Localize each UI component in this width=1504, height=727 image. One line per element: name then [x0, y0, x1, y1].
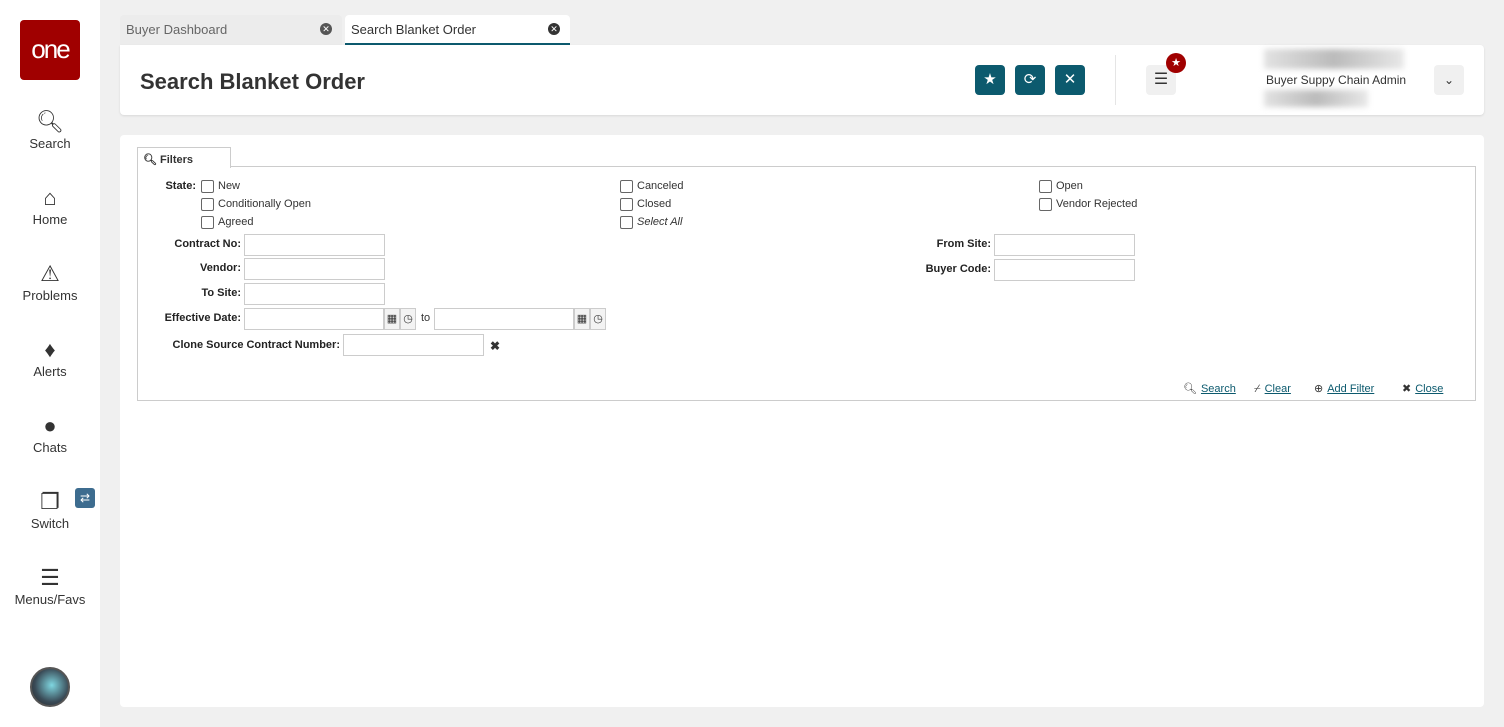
- user-name-blurred: [1264, 49, 1404, 69]
- filters-tab[interactable]: 🔍︎ Filters: [137, 147, 231, 168]
- sidebar-label: Problems: [22, 288, 78, 303]
- user-menu-dropdown[interactable]: ⌄: [1434, 65, 1464, 95]
- page-title: Search Blanket Order: [140, 69, 365, 94]
- state-vendor-rejected-checkbox[interactable]: [1039, 198, 1052, 211]
- state-new-checkbox[interactable]: [201, 180, 214, 193]
- refresh-button[interactable]: ⟳: [1015, 65, 1045, 95]
- sidebar: one 🔍︎ Search ⌂ Home ⚠ Problems ♦ Alerts ● Ch…: [0, 0, 100, 727]
- state-label: New: [218, 180, 241, 192]
- warning-icon: ⚠: [40, 261, 60, 286]
- sidebar-label: Search: [29, 136, 71, 151]
- from-site-input[interactable]: [994, 234, 1135, 256]
- sidebar-label: Chats: [33, 440, 67, 455]
- state-closed-checkbox[interactable]: [620, 198, 633, 211]
- to-label: to: [421, 312, 431, 324]
- sidebar-label: Home: [32, 212, 68, 227]
- to-site-input[interactable]: [244, 283, 385, 305]
- sidebar-label: Alerts: [33, 364, 67, 379]
- hamburger-icon: ☰: [1153, 71, 1169, 88]
- menu-icon: ☰: [40, 565, 60, 590]
- close-button[interactable]: ✕: [1055, 65, 1085, 95]
- chevron-down-icon: ⌄: [1443, 73, 1455, 87]
- contract-no-input[interactable]: [244, 234, 385, 256]
- state-canceled-checkbox[interactable]: [620, 180, 633, 193]
- tab-search-blanket-order[interactable]: Search Blanket Order ✕: [345, 15, 570, 45]
- filters-tab-label: Filters: [160, 154, 194, 166]
- vendor-input[interactable]: [244, 258, 385, 280]
- clear-field-icon[interactable]: ✖: [490, 339, 500, 353]
- from-site-label: From Site:: [936, 238, 991, 250]
- broom-icon: ⌿: [1254, 383, 1261, 395]
- plus-circle-icon: ⊕: [1314, 383, 1324, 395]
- close-action[interactable]: ✖ Close: [1402, 379, 1443, 397]
- avatar[interactable]: [30, 667, 70, 707]
- sidebar-item-menus[interactable]: ☰ Menus/Favs: [0, 564, 100, 607]
- clock-icon[interactable]: ◷: [400, 308, 416, 330]
- logo[interactable]: one: [20, 20, 80, 80]
- state-label: Agreed: [218, 216, 254, 228]
- home-icon: ⌂: [43, 185, 57, 210]
- clock-icon[interactable]: ◷: [590, 308, 606, 330]
- filter-panel: 🔍︎ Filters State: New Conditionally Open…: [120, 135, 1484, 707]
- state-label: Open: [1056, 180, 1083, 192]
- state-agreed-checkbox[interactable]: [201, 216, 214, 229]
- search-link[interactable]: Search: [1201, 383, 1236, 395]
- tab-buyer-dashboard[interactable]: Buyer Dashboard ✕: [120, 15, 342, 45]
- sidebar-item-chats[interactable]: ● Chats: [0, 412, 100, 455]
- state-label: Closed: [637, 198, 672, 210]
- vendor-label: Vendor:: [200, 262, 241, 274]
- favorite-button[interactable]: ★: [975, 65, 1005, 95]
- sidebar-label: Switch: [30, 516, 70, 531]
- clear-action[interactable]: ⌿ Clear: [1254, 379, 1291, 397]
- search-icon: 🔍︎: [36, 109, 64, 134]
- add-filter-action[interactable]: ⊕ Add Filter: [1314, 379, 1374, 397]
- close-icon: ✖: [1402, 383, 1412, 395]
- state-label: Conditionally Open: [218, 198, 311, 210]
- contract-no-label: Contract No:: [174, 238, 241, 250]
- add-filter-link[interactable]: Add Filter: [1327, 383, 1374, 395]
- star-icon: ★: [983, 71, 997, 88]
- tab-label: Buyer Dashboard: [126, 22, 228, 37]
- state-label: Vendor Rejected: [1056, 198, 1138, 210]
- close-tab-icon[interactable]: ✕: [548, 23, 560, 35]
- clear-link[interactable]: Clear: [1265, 383, 1291, 395]
- user-role: Buyer Suppy Chain Admin: [1266, 73, 1407, 87]
- clone-source-input[interactable]: [343, 334, 484, 356]
- state-label: Select All: [637, 216, 683, 228]
- state-label: Canceled: [637, 180, 684, 192]
- refresh-icon: ⟳: [1023, 71, 1037, 88]
- user-org-blurred: [1264, 90, 1368, 107]
- select-all-checkbox[interactable]: [620, 216, 633, 229]
- close-tab-icon[interactable]: ✕: [320, 23, 332, 35]
- search-action[interactable]: 🔍︎ Search: [1183, 379, 1236, 397]
- sidebar-label: Menus/Favs: [14, 592, 86, 607]
- switch-arrows-icon[interactable]: ⇄: [75, 488, 95, 508]
- sidebar-item-search[interactable]: 🔍︎ Search: [0, 108, 100, 151]
- calendar-icon[interactable]: ▦: [384, 308, 400, 330]
- bell-icon: ♦: [44, 337, 56, 362]
- chat-icon: ●: [43, 413, 57, 438]
- state-open-checkbox[interactable]: [1039, 180, 1052, 193]
- effective-date-from-input[interactable]: [244, 308, 384, 330]
- sidebar-item-problems[interactable]: ⚠ Problems: [0, 260, 100, 303]
- clone-source-label: Clone Source Contract Number:: [172, 339, 340, 351]
- tab-label: Search Blanket Order: [351, 22, 477, 37]
- to-site-label: To Site:: [201, 287, 241, 299]
- page-header: Search Blanket Order ★ ⟳ ✕ ☰ ★ Buyer Sup…: [120, 45, 1484, 115]
- close-icon: ✕: [1063, 71, 1077, 88]
- star-badge-icon: ★: [1166, 53, 1186, 73]
- state-conditionally-open-checkbox[interactable]: [201, 198, 214, 211]
- state-label: State:: [165, 180, 196, 192]
- buyer-code-input[interactable]: [994, 259, 1135, 281]
- buyer-code-label: Buyer Code:: [925, 263, 991, 275]
- sidebar-item-alerts[interactable]: ♦ Alerts: [0, 336, 100, 379]
- divider: [1115, 55, 1116, 105]
- effective-date-to-input[interactable]: [434, 308, 574, 330]
- search-icon: 🔍︎: [143, 154, 157, 166]
- calendar-icon[interactable]: ▦: [574, 308, 590, 330]
- effective-date-label: Effective Date:: [164, 312, 241, 324]
- search-icon: 🔍︎: [1183, 383, 1197, 395]
- sidebar-item-home[interactable]: ⌂ Home: [0, 184, 100, 227]
- close-link[interactable]: Close: [1415, 383, 1443, 395]
